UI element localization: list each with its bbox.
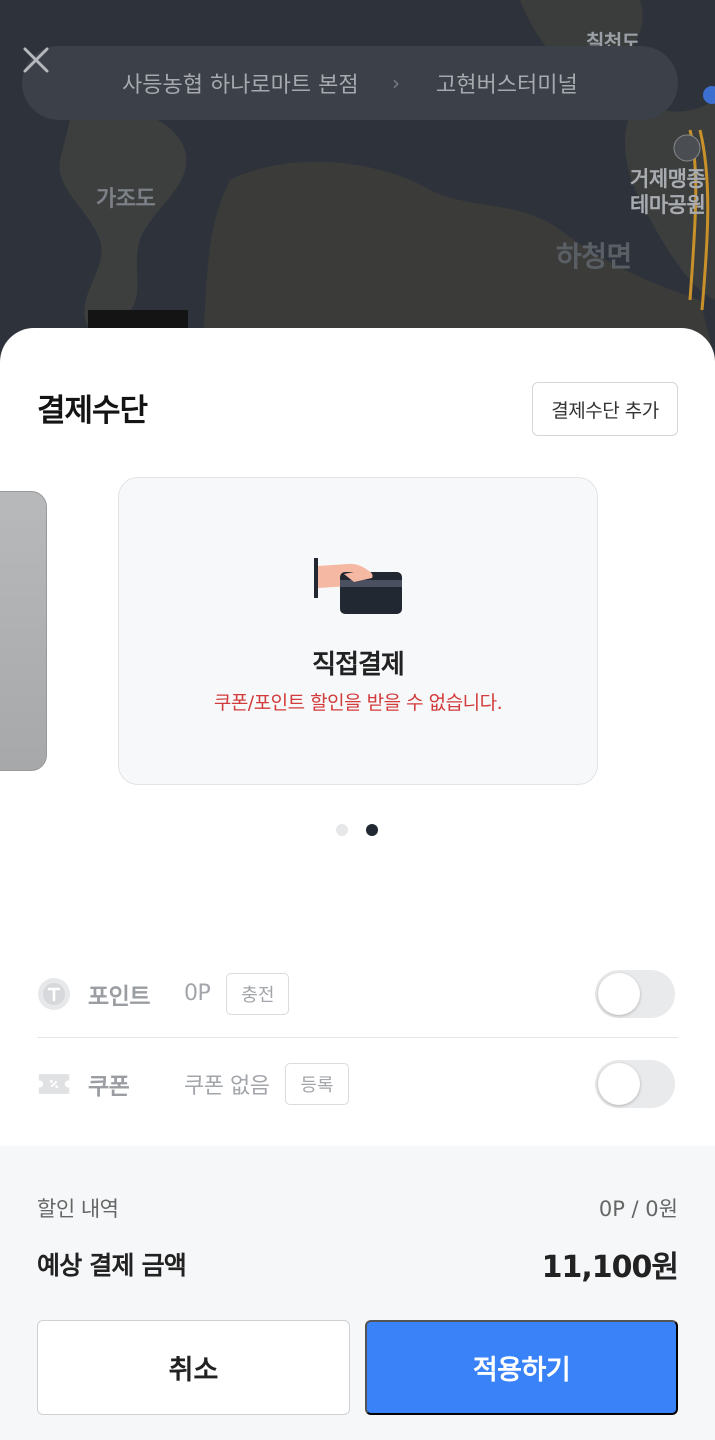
close-button[interactable] (22, 46, 96, 120)
payment-amount-value: 11,100원 (541, 1250, 679, 1285)
card-title: 직접결제 (312, 650, 405, 680)
map-label-hacheong: 하청면 (556, 240, 632, 273)
card-warning-text: 쿠폰/포인트 할인을 받을 수 없습니다. (213, 692, 503, 714)
payment-method-sheet: 결제수단 결제수단 추가 직접결제 쿠폰/포인트 할인을 받을 수 없습니다. … (0, 328, 715, 1440)
payment-card-previous[interactable] (0, 491, 47, 771)
discount-label: 할인 내역 (37, 1197, 119, 1221)
payment-summary: 할인 내역 0P / 0원 예상 결제 금액 11,100원 취소 적용하기 (0, 1146, 715, 1440)
cancel-button[interactable]: 취소 (37, 1320, 350, 1415)
card-pager (336, 824, 378, 836)
route-bar: 사등농협 하나로마트 본점 › 고현버스터미널 (22, 46, 678, 120)
hand-card-icon (314, 558, 402, 614)
coupon-toggle[interactable] (595, 1060, 675, 1108)
payment-card-direct[interactable]: 직접결제 쿠폰/포인트 할인을 받을 수 없습니다. (118, 477, 598, 785)
point-balance: 0P (184, 981, 211, 1006)
coupon-label: 쿠폰 (88, 1074, 130, 1100)
map-label-gajo: 가조도 (96, 187, 156, 212)
coupon-row: 쿠폰 쿠폰 없음 등록 (37, 1040, 678, 1128)
map-label-park-line2: 테마공원 (630, 193, 706, 217)
map-label-park: 거제맹종 테마공원 (630, 166, 706, 218)
point-icon (37, 977, 71, 1011)
point-toggle[interactable] (595, 969, 675, 1018)
route-destination: 고현버스터미널 (436, 73, 578, 98)
map-background[interactable]: 칠천도 가조도 하청면 거제맹종 테마공원 사등농협 하나로마트 본점 › 고현… (0, 0, 715, 360)
coupon-icon (37, 1067, 71, 1101)
point-row: 포인트 0P 충전 (37, 950, 678, 1038)
discount-value: 0P / 0원 (598, 1197, 678, 1221)
charge-point-button[interactable]: 충전 (226, 972, 290, 1015)
register-coupon-button[interactable]: 등록 (285, 1063, 349, 1105)
point-label: 포인트 (88, 983, 150, 1010)
toggle-knob (598, 1063, 640, 1105)
route-origin: 사등농협 하나로마트 본점 (122, 73, 359, 98)
toggle-knob (598, 972, 640, 1015)
pager-dot-active[interactable] (366, 824, 378, 836)
add-payment-method-button[interactable]: 결제수단 추가 (532, 382, 678, 436)
coupon-status: 쿠폰 없음 (184, 1074, 270, 1099)
payment-amount-label: 예상 결제 금액 (37, 1251, 187, 1280)
apply-button[interactable]: 적용하기 (365, 1320, 678, 1415)
pager-dot[interactable] (336, 824, 348, 836)
map-label-park-line1: 거제맹종 (630, 167, 706, 191)
chevron-right-icon: › (392, 71, 400, 95)
close-icon (23, 47, 49, 73)
sheet-title: 결제수단 (37, 393, 148, 429)
